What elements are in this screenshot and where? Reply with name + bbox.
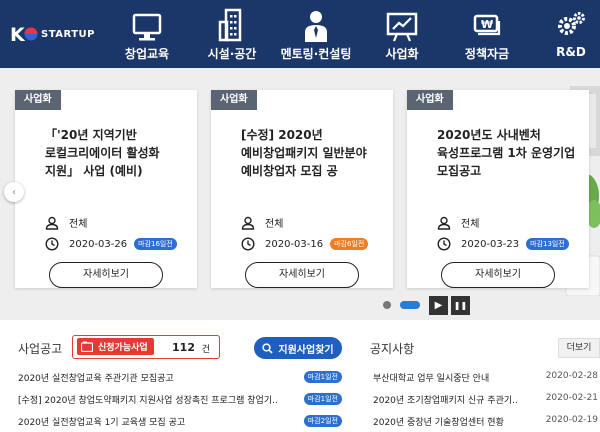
carousel-dot-active[interactable]	[400, 301, 420, 309]
logo-text: STARTUP	[41, 28, 96, 40]
gears-icon	[558, 12, 585, 35]
category-tag: 사업화	[211, 90, 257, 110]
details-button[interactable]: 자세히보기	[49, 262, 163, 288]
deadline-row: 2020-03-16 마감6일전	[241, 237, 369, 251]
card-title[interactable]: [수정] 2020년 예비창업패키지 일반분야 예비창업자 모집 공	[241, 126, 381, 180]
money-icon: ₩	[473, 14, 501, 36]
clock-icon	[437, 237, 451, 251]
clock-icon	[45, 237, 59, 251]
list-item[interactable]: 2020년 중장년 기술창업센터 현황 2020-02-19	[373, 410, 598, 432]
available-count: 112	[172, 341, 195, 354]
notice-date: 2020-02-19	[545, 415, 598, 425]
find-support-label: 지원사업찾기	[278, 344, 334, 356]
deadline-row: 2020-03-23 마감13일전	[437, 237, 569, 251]
nav-rnd[interactable]: R&D	[553, 0, 589, 68]
nav-facilities-space[interactable]: 시설·공간	[200, 0, 264, 68]
announcement-card[interactable]: 사업화 2020년도 사내벤처 육성프로그램 1차 운영기업 모집공고 전체 2…	[407, 90, 589, 288]
announcement-title[interactable]: [수정] 2020년 창업도약패키지 지원사업 성장촉진 프로그램 창업기..	[18, 393, 278, 406]
card-title[interactable]: 「'20년 지역기반 로컬크리에이터 활성화 지원」 사업 (예비)	[45, 126, 185, 180]
notice-date: 2020-02-28	[545, 371, 598, 381]
mentor-person-icon	[305, 11, 327, 42]
target-row: 전체	[241, 215, 283, 230]
target-row: 전체	[437, 215, 479, 230]
more-button[interactable]: 더보기	[558, 338, 600, 358]
nav-startup-education[interactable]: 창업교육	[117, 0, 177, 68]
carousel-play-button[interactable]: ▶	[429, 296, 448, 315]
person-icon	[437, 216, 451, 230]
list-item[interactable]: 2020년 실전창업교육 주관기관 모집공고 마감1일전	[18, 366, 342, 388]
k-logo-icon: K	[10, 24, 38, 45]
svg-text:₩: ₩	[481, 18, 493, 31]
nav-label: 사업화	[385, 47, 419, 61]
person-icon	[241, 216, 255, 230]
notice-date: 2020-02-21	[545, 393, 598, 403]
deadline-date: 2020-03-23	[461, 238, 520, 250]
category-tag: 사업화	[407, 90, 453, 110]
deadline-badge: 마감6일전	[330, 238, 369, 250]
deadline-badge: 마감13일전	[526, 238, 569, 250]
nav-mentoring-consulting[interactable]: 멘토링·컨설팅	[276, 0, 356, 68]
notice-title: 공지사항	[370, 342, 415, 356]
business-announcement-title: 사업공고	[18, 342, 63, 356]
nav-label: 창업교육	[124, 47, 170, 61]
available-label: 신청가능사업	[98, 343, 148, 353]
deadline-badge: 마감1일전	[303, 371, 342, 383]
k-startup-logo[interactable]: K STARTUP	[10, 22, 95, 46]
notice-item-title[interactable]: 2020년 조기창업패키지 신규 주관기..	[373, 393, 518, 406]
nav-label: 시설·공간	[207, 47, 257, 61]
announcement-title[interactable]: 2020년 실전창업교육 1기 교육생 모집 공고	[18, 415, 185, 428]
nav-label: 정책자금	[464, 47, 510, 61]
deadline-badge: 마감2일전	[303, 415, 342, 427]
target-text: 전체	[461, 219, 480, 230]
nav-label: R&D	[556, 45, 586, 59]
carousel-pause-button[interactable]: ❚❚	[451, 296, 470, 315]
announcement-card[interactable]: 사업화 「'20년 지역기반 로컬크리에이터 활성화 지원」 사업 (예비) 전…	[15, 90, 197, 288]
deadline-badge: 마감1일전	[303, 393, 342, 405]
details-button[interactable]: 자세히보기	[245, 262, 359, 288]
search-icon	[262, 342, 273, 354]
category-tag: 사업화	[15, 90, 61, 110]
carousel-dot[interactable]	[383, 301, 391, 309]
target-text: 전체	[265, 219, 284, 230]
carousel-prev-button[interactable]: ‹	[4, 182, 24, 202]
person-icon	[45, 216, 59, 230]
featured-carousel: 사업화 「'20년 지역기반 로컬크리에이터 활성화 지원」 사업 (예비) 전…	[0, 68, 600, 320]
deadline-date: 2020-03-16	[265, 238, 324, 250]
building-icon	[218, 8, 242, 42]
list-item[interactable]: 2020년 실전창업교육 1기 교육생 모집 공고 마감2일전	[18, 410, 342, 432]
announcement-title[interactable]: 2020년 실전창업교육 주관기관 모집공고	[18, 371, 174, 384]
details-button[interactable]: 자세히보기	[441, 262, 555, 288]
clock-icon	[241, 237, 255, 251]
target-text: 전체	[69, 219, 88, 230]
card-title[interactable]: 2020년도 사내벤처 육성프로그램 1차 운영기업 모집공고	[437, 126, 577, 180]
deadline-date: 2020-03-26	[69, 238, 128, 250]
nav-commercialization[interactable]: 사업화	[380, 0, 424, 68]
find-support-button[interactable]: 지원사업찾기	[254, 337, 342, 359]
chart-board-icon	[386, 12, 418, 42]
available-tag: 신청가능사업	[77, 338, 154, 355]
count-unit: 건	[201, 345, 210, 355]
list-item[interactable]: 부산대학교 업무 일시중단 안내 2020-02-28	[373, 366, 598, 388]
notice-item-title[interactable]: 부산대학교 업무 일시중단 안내	[373, 371, 489, 384]
announcement-card[interactable]: 사업화 [수정] 2020년 예비창업패키지 일반분야 예비창업자 모집 공 전…	[211, 90, 393, 288]
list-item[interactable]: 2020년 조기창업패키지 신규 주관기.. 2020-02-21	[373, 388, 598, 410]
nav-policy-funds[interactable]: ₩ 정책자금	[460, 0, 514, 68]
available-count-box[interactable]: 신청가능사업 112 건	[72, 335, 220, 359]
folder-icon	[81, 341, 93, 352]
deadline-row: 2020-03-26 마감16일전	[45, 237, 177, 251]
nav-label: 멘토링·컨설팅	[280, 47, 352, 61]
notice-item-title[interactable]: 2020년 중장년 기술창업센터 현황	[373, 415, 504, 428]
deadline-badge: 마감16일전	[134, 238, 177, 250]
monitor-icon	[132, 13, 162, 41]
top-navigation-bar: K STARTUP 창업교육 시설·공간 멘토링·컨설팅 사업화 ₩ 정책자금 …	[0, 0, 600, 68]
svg-text:K: K	[10, 24, 26, 45]
target-row: 전체	[45, 215, 87, 230]
list-item[interactable]: [수정] 2020년 창업도약패키지 지원사업 성장촉진 프로그램 창업기.. …	[18, 388, 342, 410]
